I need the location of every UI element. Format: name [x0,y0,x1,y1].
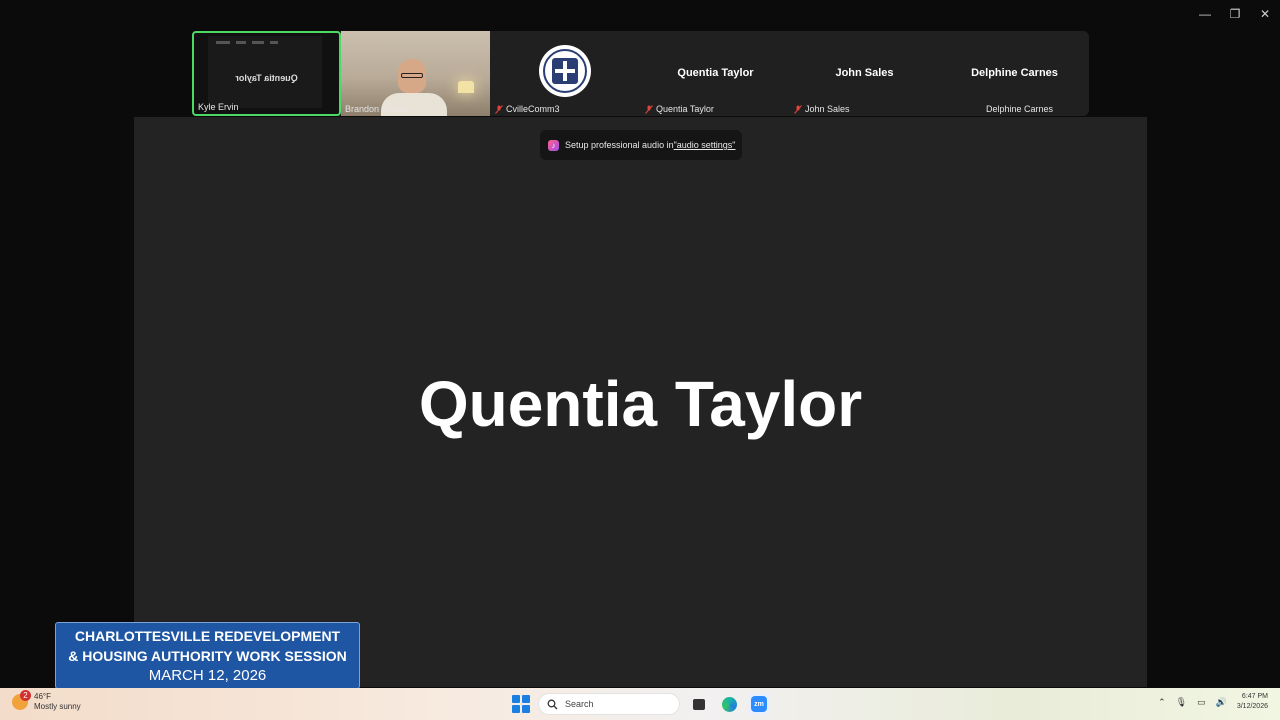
participant-strip: Quentia Taylor Kyle Ervin Brandon Collin… [192,31,1089,116]
banner-line-2: & HOUSING AUTHORITY WORK SESSION [68,647,347,664]
mic-muted-icon [495,104,503,114]
participant-tile-delphine-carnes[interactable]: Delphine Carnes Delphine Carnes [940,31,1089,116]
network-icon[interactable]: ▭ [1197,697,1206,708]
minimize-button[interactable]: — [1190,0,1220,28]
video-person-glasses [401,73,423,78]
volume-icon[interactable]: 🔊 [1216,697,1227,708]
participant-name: Quentia Taylor [656,104,714,114]
mirrored-name-text: Quentia Taylor [235,73,298,83]
system-tray: ⌃ 🎙 ▭ 🔊 6:47 PM 3/12/2026 [1158,692,1268,712]
active-speaker-name: Quentia Taylor [418,368,863,440]
windows-start-icon[interactable] [512,695,530,713]
toast-text: Setup professional audio in [565,140,674,150]
microphone-icon[interactable]: 🎙 [1176,697,1187,708]
audio-settings-link[interactable]: "audio settings" [674,140,736,150]
music-note-icon: ♪ [548,139,559,151]
banner-date: MARCH 12, 2026 [148,666,267,684]
participant-title: Delphine Carnes [971,67,1058,79]
restore-button[interactable]: ❐ [1220,0,1250,28]
meeting-title-banner: CHARLOTTESVILLE REDEVELOPMENT & HOUSING … [55,622,360,689]
participant-tile-cvillecomm3[interactable]: CvilleComm3 [491,31,640,116]
participant-tile-quentia-taylor[interactable]: Quentia Taylor Quentia Taylor [641,31,790,116]
taskbar-search[interactable]: Search [538,693,680,715]
mini-toolbar [208,38,322,47]
city-seal-logo [539,45,591,97]
participant-tile-kyle-ervin[interactable]: Quentia Taylor Kyle Ervin [192,31,341,116]
chevron-up-icon[interactable]: ⌃ [1158,697,1166,708]
search-icon [547,699,558,709]
system-clock[interactable]: 6:47 PM 3/12/2026 [1237,692,1268,712]
participant-name: Kyle Ervin [198,102,239,112]
participant-tile-brandon-collins[interactable]: Brandon Collins [341,31,490,116]
participant-name: Brandon Collins [345,104,409,114]
participant-title: Quentia Taylor [677,67,754,79]
notification-badge: 2 [20,690,31,701]
banner-line-1: CHARLOTTESVILLE REDEVELOPMENT [74,627,341,644]
search-label: Search [565,699,594,709]
clock-time: 6:47 PM [1241,693,1268,700]
clock-date: 3/12/2026 [1236,703,1268,710]
edge-browser-icon[interactable] [718,693,740,715]
temperature: 46°F [34,692,51,701]
weather-condition: Mostly sunny [34,702,81,711]
participant-name: John Sales [805,104,850,114]
participant-name: Delphine Carnes [986,104,1054,114]
participant-tile-john-sales[interactable]: John Sales John Sales [790,31,939,116]
zoom-app-icon[interactable]: zm [748,693,770,715]
active-speaker-view: ♪ Setup professional audio in "audio set… [134,117,1147,687]
participant-name: CvilleComm3 [506,104,560,114]
mic-muted-icon [645,104,653,114]
close-button[interactable]: ✕ [1250,0,1280,28]
mic-muted-icon [794,104,802,114]
participant-title: John Sales [835,67,894,79]
lamp-background [458,81,474,93]
file-explorer-icon[interactable] [688,693,710,715]
weather-sun-icon: 2 [12,690,31,710]
taskbar-apps: Search zm [512,691,770,717]
weather-widget[interactable]: 2 46°F Mostly sunny [12,690,81,712]
audio-settings-toast[interactable]: ♪ Setup professional audio in "audio set… [540,130,742,160]
window-controls: — ❐ ✕ [1190,0,1280,28]
windows-taskbar: 2 46°F Mostly sunny Search zm ⌃ 🎙 ▭ 🔊 6:… [0,688,1280,720]
